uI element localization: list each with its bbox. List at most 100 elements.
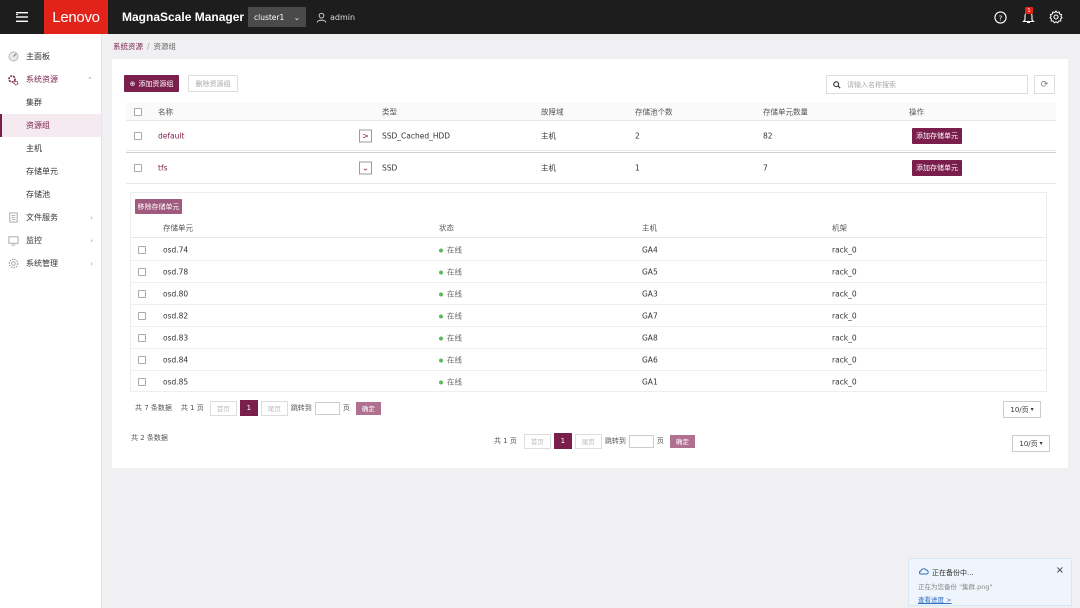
rack-name: rack_0 bbox=[832, 289, 857, 298]
search-box bbox=[826, 75, 1028, 94]
rack-name: rack_0 bbox=[832, 355, 857, 364]
row-checkbox[interactable] bbox=[134, 164, 142, 172]
pager-confirm-button[interactable]: 确定 bbox=[669, 434, 695, 448]
pager-jump-input[interactable] bbox=[628, 434, 654, 448]
sidebar-sub-storage-pool[interactable]: 存储池 bbox=[0, 183, 101, 206]
storage-unit-name: osd.85 bbox=[163, 377, 189, 386]
sidebar-sub-host[interactable]: 主机 bbox=[0, 137, 101, 160]
column-header: 存储池个数 bbox=[635, 107, 673, 116]
pager-jump-label: 跳转到 bbox=[290, 404, 312, 412]
add-storage-unit-button[interactable]: 添加存储单元 bbox=[912, 128, 962, 144]
resource-group-name[interactable]: default bbox=[158, 132, 184, 141]
pager-first-button[interactable]: 首页 bbox=[209, 400, 237, 416]
toast-title: 正在备份中... bbox=[932, 569, 974, 577]
subtable-page-size-select[interactable]: 10/页 ▾ bbox=[1003, 401, 1041, 418]
status-text: 在线 bbox=[447, 333, 462, 342]
status-text: 在线 bbox=[447, 311, 462, 320]
chevron-right-icon[interactable]: > bbox=[359, 129, 372, 143]
page-size-select[interactable]: 10/页 ▾ bbox=[1012, 435, 1050, 452]
svg-text:?: ? bbox=[998, 13, 1002, 22]
pager-total: 共 7 条数据 bbox=[135, 404, 172, 412]
toast-progress-link[interactable]: 查看进度 > bbox=[918, 594, 952, 604]
main-panel: ⊕添加资源组 删除资源组 ⟳ 名称 类型 故障域 存储池个数 存储单元数量 操作… bbox=[112, 59, 1068, 468]
caret-down-icon: ▾ bbox=[1030, 406, 1034, 413]
pager-pages: 共 1 页 bbox=[494, 437, 517, 445]
sidebar-item-monitor[interactable]: 监控 › bbox=[0, 229, 101, 252]
fault-domain: 主机 bbox=[541, 163, 556, 173]
main-pager-total: 共 2 条数据 bbox=[131, 433, 168, 443]
remove-storage-unit-button[interactable]: 移除存储单元 bbox=[135, 199, 182, 214]
refresh-icon[interactable]: ⟳ bbox=[1034, 75, 1055, 94]
resource-group-name[interactable]: tfs bbox=[158, 164, 168, 173]
row-checkbox[interactable] bbox=[138, 311, 146, 320]
select-all-checkbox[interactable] bbox=[134, 107, 142, 116]
subtable-header: 存储单元 状态 主机 机架 bbox=[131, 219, 1046, 238]
sidebar-item-file-service[interactable]: 文件服务 › bbox=[0, 206, 101, 229]
sidebar-sub-resource-group[interactable]: 资源组 bbox=[0, 114, 101, 137]
status-text: 在线 bbox=[447, 267, 462, 276]
status-text: 在线 bbox=[447, 245, 462, 254]
column-header: 名称 bbox=[158, 107, 173, 116]
pager-pages: 共 1 页 bbox=[180, 404, 204, 412]
table-row: osd.82 在线 GA7 rack_0 bbox=[131, 305, 1046, 327]
cluster-select-value: cluster1 bbox=[254, 12, 285, 22]
hamburger-menu-icon[interactable] bbox=[0, 0, 44, 34]
breadcrumb-root[interactable]: 系统资源 bbox=[113, 42, 143, 51]
sidebar-sub-storage-unit[interactable]: 存储单元 bbox=[0, 160, 101, 183]
sidebar-sub-cluster[interactable]: 集群 bbox=[0, 91, 101, 114]
storage-unit-name: osd.83 bbox=[163, 333, 189, 342]
pager-last-button[interactable]: 尾页 bbox=[574, 433, 602, 449]
row-checkbox[interactable] bbox=[134, 132, 142, 140]
column-header: 机架 bbox=[832, 223, 847, 233]
pager-confirm-button[interactable]: 确定 bbox=[355, 401, 381, 415]
settings-gear-icon[interactable] bbox=[1042, 0, 1070, 34]
storage-unit-subpanel: 移除存储单元 存储单元 状态 主机 机架 osd.74 在线 GA4 rack_… bbox=[130, 192, 1047, 392]
bell-icon[interactable]: 1 bbox=[1014, 0, 1042, 34]
pager-current-page[interactable]: 1 bbox=[553, 433, 572, 449]
pager-first-button[interactable]: 首页 bbox=[523, 433, 551, 449]
sidebar-item-system-management[interactable]: 系统管理 › bbox=[0, 252, 101, 275]
sidebar-item-label: 主面板 bbox=[26, 52, 50, 61]
table-row: osd.74 在线 GA4 rack_0 bbox=[131, 239, 1046, 261]
online-dot-icon bbox=[439, 248, 443, 252]
row-checkbox[interactable] bbox=[138, 245, 146, 254]
status-badge: 在线 bbox=[439, 244, 462, 255]
close-icon[interactable]: × bbox=[1056, 565, 1064, 576]
delete-resource-group-button[interactable]: 删除资源组 bbox=[188, 75, 238, 92]
pager-jump-input[interactable] bbox=[314, 401, 340, 415]
breadcrumb-current: 资源组 bbox=[153, 42, 177, 51]
row-checkbox[interactable] bbox=[138, 333, 146, 342]
pager-current-page[interactable]: 1 bbox=[239, 400, 258, 416]
notification-badge: 1 bbox=[1025, 7, 1033, 14]
top-icons: ? 1 bbox=[986, 0, 1080, 34]
column-header: 状态 bbox=[439, 223, 454, 233]
column-header: 存储单元 bbox=[163, 223, 193, 233]
status-badge: 在线 bbox=[439, 354, 462, 365]
user-name: admin bbox=[330, 12, 356, 22]
online-dot-icon bbox=[439, 270, 443, 274]
sidebar-item-system-resources[interactable]: 系统资源 ⌃ bbox=[0, 68, 101, 91]
status-badge: 在线 bbox=[439, 310, 462, 321]
chevron-down-icon[interactable]: ⌄ bbox=[359, 161, 372, 175]
user-menu[interactable]: admin bbox=[316, 12, 355, 23]
help-icon[interactable]: ? bbox=[986, 0, 1014, 34]
status-text: 在线 bbox=[447, 355, 462, 364]
add-resource-group-label: 添加资源组 bbox=[138, 79, 174, 88]
online-dot-icon bbox=[439, 358, 443, 362]
add-storage-unit-button[interactable]: 添加存储单元 bbox=[912, 160, 962, 176]
sidebar-item-dashboard[interactable]: 主面板 bbox=[0, 45, 101, 68]
pager-last-button[interactable]: 尾页 bbox=[260, 400, 288, 416]
row-checkbox[interactable] bbox=[138, 355, 146, 364]
caret-down-icon: ▾ bbox=[1039, 440, 1043, 447]
table-row: default > SSD_Cached_HDD 主机 2 82 添加存储单元 bbox=[126, 122, 1056, 151]
cluster-select[interactable]: cluster1 ⌄ bbox=[248, 7, 306, 27]
table-row: osd.85 在线 GA1 rack_0 bbox=[131, 371, 1046, 392]
app-title: MagnaScale Manager bbox=[122, 10, 245, 24]
row-checkbox[interactable] bbox=[138, 267, 146, 276]
add-resource-group-button[interactable]: ⊕ 添加资源组 bbox=[124, 75, 179, 92]
row-checkbox[interactable] bbox=[138, 289, 146, 298]
host-name: GA6 bbox=[642, 355, 658, 364]
column-header: 主机 bbox=[642, 223, 657, 233]
search-input[interactable] bbox=[847, 80, 1017, 89]
row-checkbox[interactable] bbox=[138, 377, 146, 386]
